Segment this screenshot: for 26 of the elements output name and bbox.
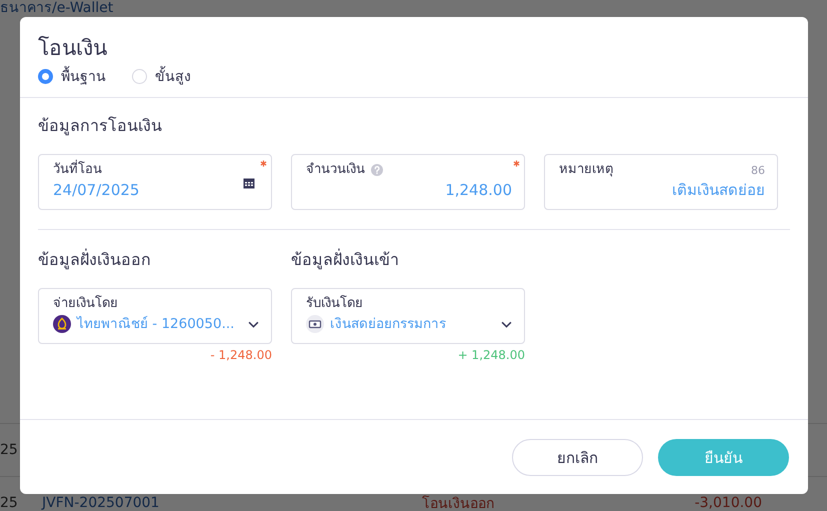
required-icon <box>260 160 267 167</box>
select-field[interactable]: รับเงินโดย เงินสดย่อยกรรมการ <box>291 288 525 344</box>
character-counter: 86 <box>751 164 765 176</box>
radio-option[interactable]: ขั้นสูง <box>132 65 191 87</box>
select-field[interactable]: จ่ายเงินโดย ไทยพาณิชย์ - 1260050... <box>38 288 272 344</box>
section-title: ข้อมูลฝั่งเงินเข้า <box>291 248 400 272</box>
amount-text: + 1,248.00 <box>456 348 525 362</box>
chevron-down-icon <box>248 320 259 328</box>
input-field[interactable]: หมายเหตุ 86 เติมเงินสดย่อย <box>544 154 778 210</box>
section-title: ข้อมูลการโอนเงิน <box>38 115 163 138</box>
bank-logo-icon <box>53 315 71 333</box>
radio-option[interactable]: พื้นฐาน <box>38 65 106 87</box>
cash-icon <box>306 315 324 333</box>
required-icon <box>513 160 520 167</box>
input-field[interactable]: จำนวนเงิน 1,248.00 <box>291 154 525 210</box>
help-icon <box>371 164 383 176</box>
input-field[interactable]: วันที่โอน 24/07/2025 <box>38 154 272 210</box>
table-cell-text: 25 <box>0 442 19 458</box>
table-cell-text: โอนเงินออก <box>422 494 495 511</box>
chevron-down-icon <box>501 320 512 328</box>
cancel-button[interactable]: ยกเลิก <box>512 439 643 476</box>
amount-text: - 1,248.00 <box>209 348 272 362</box>
section-title: ข้อมูลฝั่งเงินออก <box>38 248 152 272</box>
dialog-title: โอนเงิน <box>38 35 108 62</box>
table-cell-text: 25 <box>0 495 19 511</box>
table-cell-text: -3,010.00 <box>694 495 762 511</box>
